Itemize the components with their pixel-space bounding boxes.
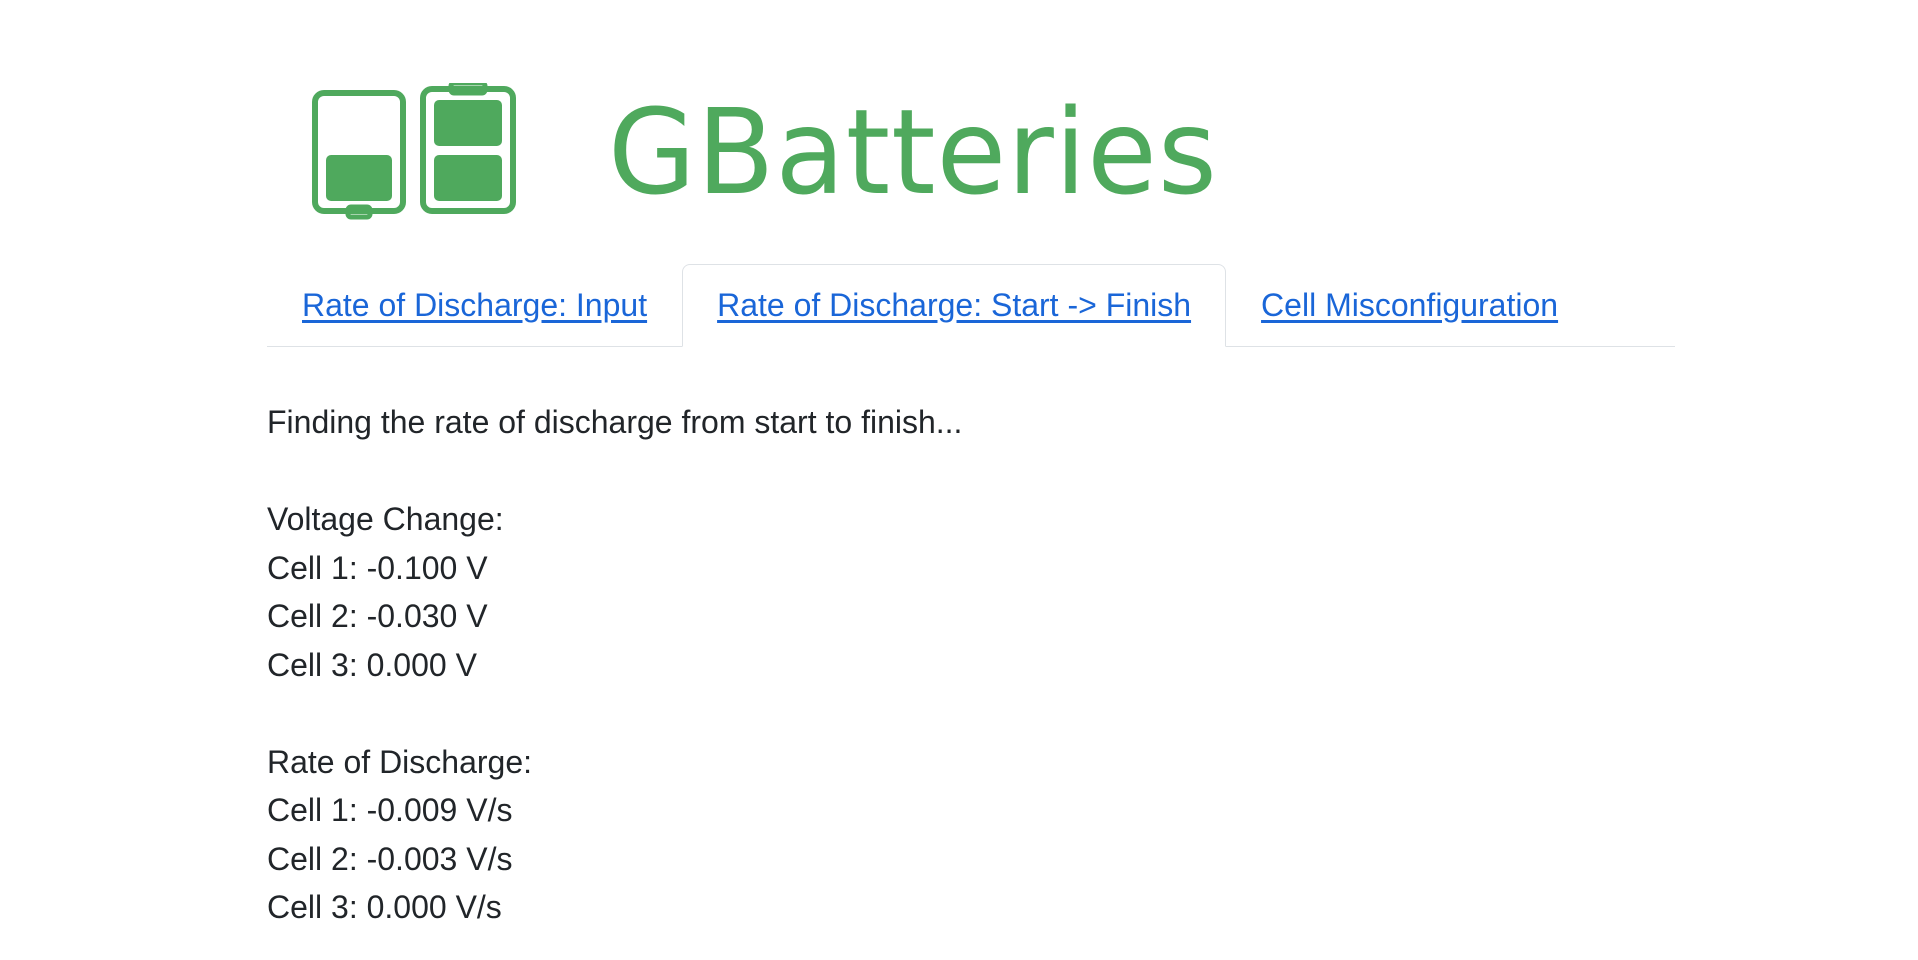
brand-name: GBatteries xyxy=(608,83,1218,221)
tab-rate-of-discharge-input[interactable]: Rate of Discharge: Input xyxy=(267,264,682,347)
battery-cells-logo-icon xyxy=(312,83,516,220)
rate-of-discharge-heading: Rate of Discharge: xyxy=(267,743,533,780)
rate-of-discharge-cell-1: Cell 1: -0.009 V/s xyxy=(267,792,513,828)
voltage-change-cell-2: Cell 2: -0.030 V xyxy=(267,598,488,634)
tab-rate-of-discharge-start-finish[interactable]: Rate of Discharge: Start -> Finish xyxy=(682,264,1227,347)
voltage-change-cell-1: Cell 1: -0.100 V xyxy=(267,549,488,586)
rate-of-discharge-cell-3: Cell 3: 0.000 V/s xyxy=(267,889,502,925)
intro-text: Finding the rate of discharge from start… xyxy=(267,404,963,440)
voltage-change-heading: Voltage Change: xyxy=(267,501,504,537)
tab-bar: Rate of Discharge: Input Rate of Dischar… xyxy=(267,263,1675,347)
brand-header: GBatteries xyxy=(312,82,1243,222)
rate-of-discharge-cell-2: Cell 2: -0.003 V/s xyxy=(267,840,513,877)
tab-cell-misconfiguration[interactable]: Cell Misconfiguration xyxy=(1226,264,1593,347)
voltage-change-cell-3: Cell 3: 0.000 V xyxy=(267,646,477,683)
results-panel: Finding the rate of discharge from start… xyxy=(267,398,962,932)
